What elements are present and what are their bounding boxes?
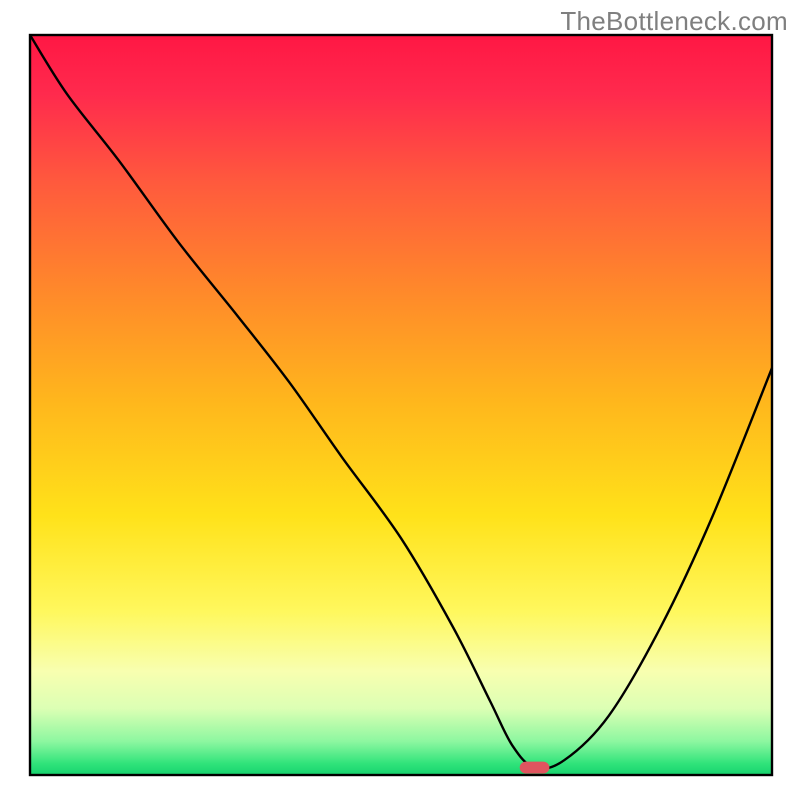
optimal-point-marker	[520, 762, 550, 774]
chart-stage: TheBottleneck.com	[0, 0, 800, 800]
plot-background	[30, 35, 772, 775]
bottleneck-chart	[0, 0, 800, 800]
watermark-text: TheBottleneck.com	[560, 6, 788, 37]
